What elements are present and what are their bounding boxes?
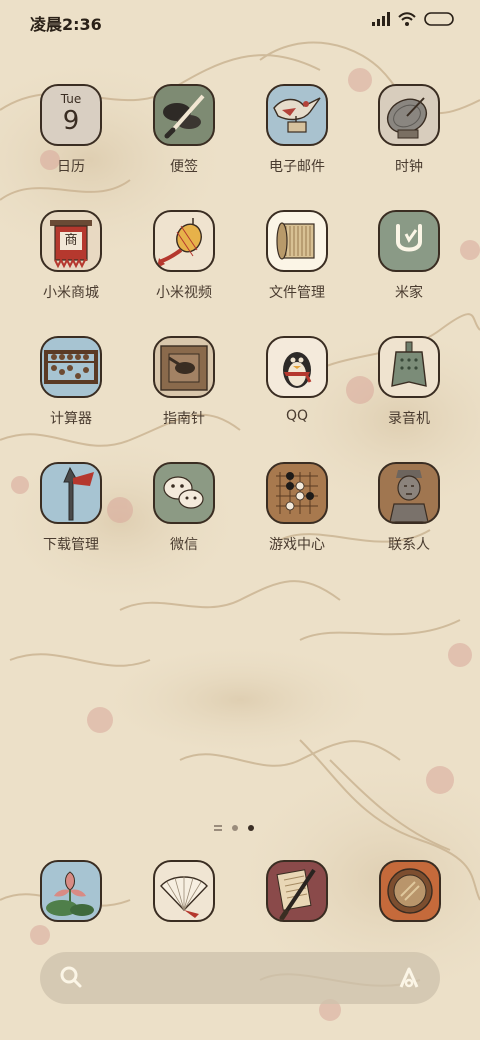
folding-fan-icon[interactable] [153,860,215,922]
app-label: 计算器 [50,411,92,427]
app-clock[interactable]: 时钟 [359,84,459,196]
signal-icon [372,12,390,26]
home-screen: 凌晨2:36 Tue 9 日历 便签 电子邮件 时钟 商 小米商城 小米视频 文… [0,0,480,1040]
shop-banner-icon: 商 [40,210,102,272]
spear-icon [40,462,102,524]
status-bar: 凌晨2:36 [0,0,480,44]
wifi-icon [398,12,416,26]
app-calculator[interactable]: 计算器 [21,336,121,448]
shop-sign-text: 商 [64,233,78,248]
bronze-bell-icon [378,336,440,398]
app-label: 小米商城 [43,285,99,301]
search-icon[interactable] [58,964,84,990]
app-label: 日历 [57,159,85,175]
assistant-icon[interactable] [396,965,422,991]
page-indicator[interactable] [214,825,254,831]
scroll-icon [266,210,328,272]
lotus-icon[interactable] [40,860,102,922]
app-wechat[interactable]: 微信 [134,462,234,574]
app-calendar[interactable]: Tue 9 日历 [21,84,121,196]
app-game-center[interactable]: 游戏中心 [247,462,347,574]
status-time: 凌晨2:36 [30,15,102,34]
app-compass[interactable]: 指南针 [134,336,234,448]
app-label: 米家 [395,285,423,301]
sundial-icon [378,84,440,146]
crane-mail-icon [266,84,328,146]
go-board-icon [266,462,328,524]
app-label: QQ [285,408,309,424]
app-label: 小米视频 [156,285,212,301]
app-label: 指南针 [163,411,205,427]
app-label: 游戏中心 [269,537,325,553]
mijia-icon [378,210,440,272]
app-mi-store[interactable]: 商 小米商城 [21,210,121,322]
search-bar[interactable] [40,952,440,1004]
compass-spoon-icon [153,336,215,398]
calendar-icon: Tue 9 [40,84,102,146]
app-email[interactable]: 电子邮件 [247,84,347,196]
app-downloads[interactable]: 下载管理 [21,462,121,574]
app-label: 微信 [170,537,198,553]
app-notes[interactable]: 便签 [134,84,234,196]
dock [0,860,480,924]
app-qq[interactable]: QQ [247,336,347,448]
app-label: 便签 [170,159,198,175]
abacus-icon [40,336,102,398]
app-recorder[interactable]: 录音机 [359,336,459,448]
page-dot[interactable] [232,825,238,831]
app-file-manager[interactable]: 文件管理 [247,210,347,322]
ink-brush-icon [153,84,215,146]
terracotta-warrior-icon [378,462,440,524]
page-dot-list[interactable] [214,825,222,831]
battery-icon [424,12,454,26]
app-label: 下载管理 [43,537,99,553]
app-label: 电子邮件 [269,159,325,175]
app-mijia[interactable]: 米家 [359,210,459,322]
writing-brush-icon[interactable] [266,860,328,922]
calendar-day: Tue [60,92,82,106]
calendar-date: 9 [62,106,80,136]
search-input[interactable] [100,952,380,1004]
bronze-mirror-icon[interactable] [379,860,441,922]
wechat-icon [153,462,215,524]
app-label: 时钟 [395,159,423,175]
app-label: 文件管理 [269,285,325,301]
lantern-icon [153,210,215,272]
app-mi-video[interactable]: 小米视频 [134,210,234,322]
app-label: 录音机 [388,411,430,427]
penguin-icon [266,336,328,398]
page-dot-active[interactable] [248,825,254,831]
app-label: 联系人 [388,537,430,553]
app-contacts[interactable]: 联系人 [359,462,459,574]
